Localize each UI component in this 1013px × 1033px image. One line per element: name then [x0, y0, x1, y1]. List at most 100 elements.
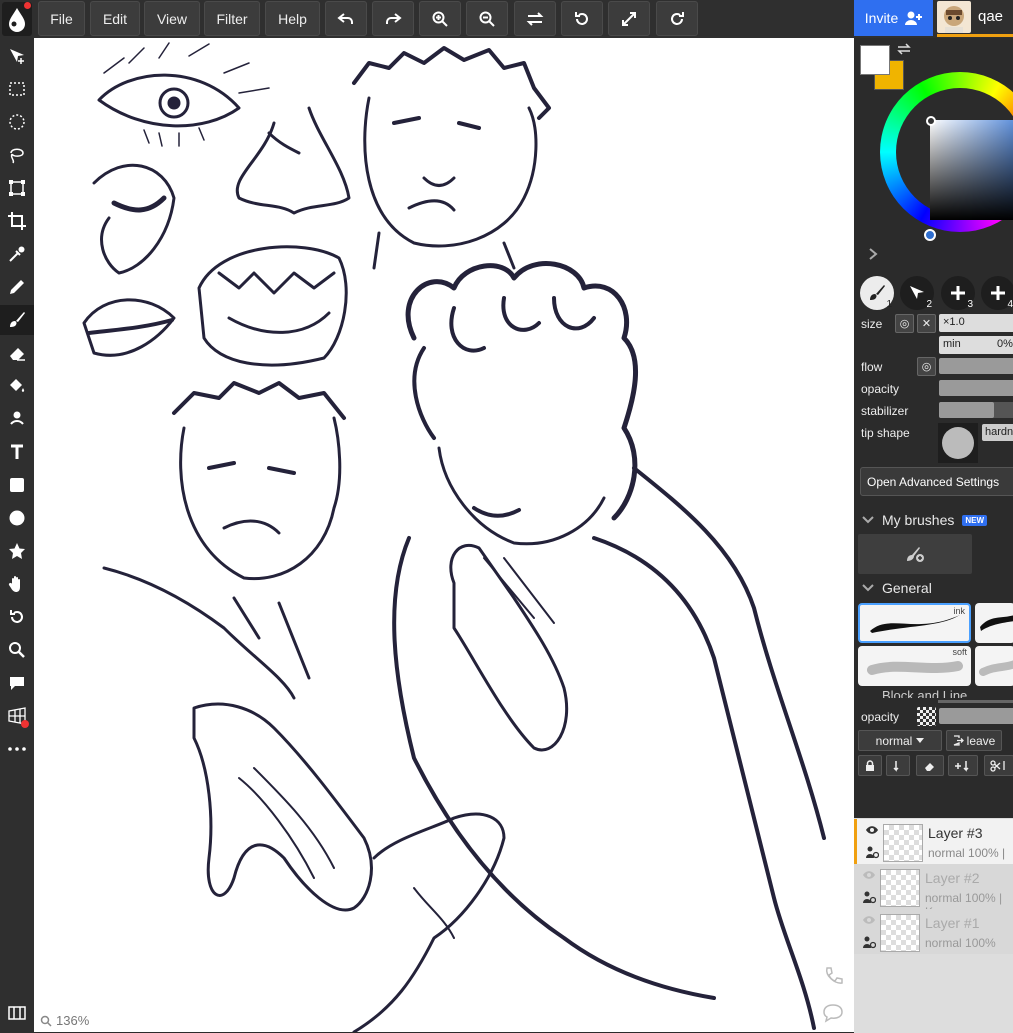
tool-rotate[interactable]	[0, 602, 34, 632]
tool-rectangle[interactable]	[0, 470, 34, 500]
username[interactable]: qae	[978, 8, 1003, 25]
size-min-field[interactable]: min 0%	[939, 336, 1013, 354]
tool-eyedropper[interactable]	[0, 239, 34, 269]
menu-help[interactable]: Help	[265, 1, 320, 36]
tip-shape-preview[interactable]	[938, 423, 978, 463]
flow-slider[interactable]	[939, 358, 1013, 374]
hue-picker-handle[interactable]	[924, 229, 936, 241]
opacity-slider[interactable]	[939, 380, 1013, 396]
chevron-right-icon[interactable]	[868, 247, 878, 261]
color-wheel[interactable]	[880, 72, 1013, 241]
eyedropper-icon	[9, 246, 25, 262]
menu-edit[interactable]: Edit	[90, 1, 140, 36]
tool-transform[interactable]	[0, 173, 34, 203]
eye-icon[interactable]	[865, 825, 879, 835]
tool-more[interactable]	[0, 734, 34, 764]
zoom-indicator[interactable]: 136%	[40, 1013, 89, 1028]
redo-button[interactable]	[372, 1, 414, 36]
tool-move[interactable]	[0, 41, 34, 71]
eye-icon[interactable]	[862, 915, 876, 925]
flow-pressure-toggle[interactable]: ◎	[917, 357, 936, 376]
tool-ellipse[interactable]	[0, 503, 34, 533]
tool-lasso[interactable]	[0, 140, 34, 170]
tool-zoom[interactable]	[0, 635, 34, 665]
rect-select-icon	[9, 82, 25, 96]
resize-handle[interactable]	[938, 700, 1013, 703]
menu-view[interactable]: View	[144, 1, 200, 36]
value-picker-handle[interactable]	[926, 116, 936, 126]
brush-preset-ink[interactable]: ink	[858, 603, 971, 643]
plus-icon	[951, 286, 965, 300]
brush-slot-2[interactable]: 2	[900, 276, 934, 310]
brush-slot-3[interactable]: 3	[941, 276, 975, 310]
avatar[interactable]	[937, 1, 971, 33]
tool-text[interactable]	[0, 437, 34, 467]
brush-slot-4[interactable]: 4	[981, 276, 1013, 310]
blend-mode-select[interactable]: normal	[858, 730, 942, 751]
menu-file[interactable]: File	[38, 1, 85, 36]
tool-pen[interactable]	[0, 272, 34, 302]
tool-comment[interactable]	[0, 668, 34, 698]
layer-opacity-slider[interactable]	[939, 708, 1013, 724]
merge-down-button[interactable]	[948, 755, 978, 776]
drawing-canvas[interactable]: 136%	[34, 38, 854, 1032]
eye-icon[interactable]	[862, 870, 876, 880]
layer-item-2[interactable]: Layer #2 normal 100% | K	[854, 864, 1013, 919]
open-advanced-settings-button[interactable]: Open Advanced Settings	[860, 467, 1013, 496]
layer-item-1[interactable]: Layer #1 normal 100%	[854, 909, 1013, 954]
add-brush-button[interactable]	[858, 534, 972, 574]
tip-hardness-field[interactable]: hardn	[982, 424, 1013, 441]
tool-blur[interactable]	[0, 404, 34, 434]
fit-view-button[interactable]	[608, 1, 650, 36]
stabilizer-slider[interactable]	[939, 402, 1013, 418]
tool-eraser[interactable]	[0, 338, 34, 368]
invite-button[interactable]: Invite	[854, 0, 933, 36]
layer-opacity-pressure-toggle[interactable]	[917, 707, 936, 726]
size-reset-button[interactable]: ✕	[917, 314, 936, 333]
brush-icon	[10, 312, 25, 327]
top-bar: File Edit View Filter Help Invite qae	[0, 0, 1013, 38]
zoom-out-button[interactable]	[466, 1, 508, 36]
undo-button[interactable]	[325, 1, 367, 36]
size-multiplier-field[interactable]: ×1.0	[939, 314, 1013, 332]
leave-button[interactable]: leave	[946, 730, 1002, 751]
chat-button[interactable]	[822, 1001, 844, 1026]
tool-fill[interactable]	[0, 371, 34, 401]
brush-slot-1[interactable]: 1	[860, 276, 894, 310]
general-brushes-header[interactable]: General	[862, 580, 932, 596]
lock-layer-button[interactable]	[858, 755, 882, 776]
brush-preset-2[interactable]	[975, 603, 1013, 643]
tool-shape[interactable]	[0, 536, 34, 566]
layer-user-icon	[863, 891, 876, 904]
saturation-value-square[interactable]	[930, 120, 1013, 220]
rotate-right-button[interactable]	[656, 1, 698, 36]
tool-perspective[interactable]	[0, 701, 34, 731]
chevron-down-icon	[862, 516, 874, 524]
min-label: min	[943, 338, 961, 350]
zoom-out-icon	[479, 11, 495, 27]
move-arrow-icon	[910, 286, 924, 299]
stabilizer-fill	[939, 402, 994, 418]
primary-color-swatch[interactable]	[860, 45, 890, 75]
zoom-in-button[interactable]	[419, 1, 461, 36]
brush-preset-4[interactable]	[975, 646, 1013, 686]
tool-ellipse-select[interactable]	[0, 107, 34, 137]
tool-rect-select[interactable]	[0, 74, 34, 104]
my-brushes-header[interactable]: My brushes NEW	[862, 512, 988, 528]
layer-item-3[interactable]: Layer #3 normal 100% | q	[854, 819, 1013, 874]
voice-call-button[interactable]	[822, 965, 844, 990]
flip-button[interactable]	[514, 1, 556, 36]
clip-layer-button[interactable]	[886, 755, 910, 776]
brush-preset-soft[interactable]: soft	[858, 646, 971, 686]
clear-layer-button[interactable]	[916, 755, 944, 776]
size-pressure-toggle[interactable]: ◎	[895, 314, 914, 333]
app-logo[interactable]	[2, 2, 32, 36]
tool-crop[interactable]	[0, 206, 34, 236]
cut-layer-button[interactable]	[984, 755, 1013, 776]
rotate-left-button[interactable]	[561, 1, 603, 36]
timeline-button[interactable]	[0, 998, 34, 1028]
menu-filter[interactable]: Filter	[204, 1, 260, 36]
tool-brush[interactable]	[0, 305, 34, 335]
tool-hand[interactable]	[0, 569, 34, 599]
swap-colors-icon[interactable]	[896, 43, 912, 55]
